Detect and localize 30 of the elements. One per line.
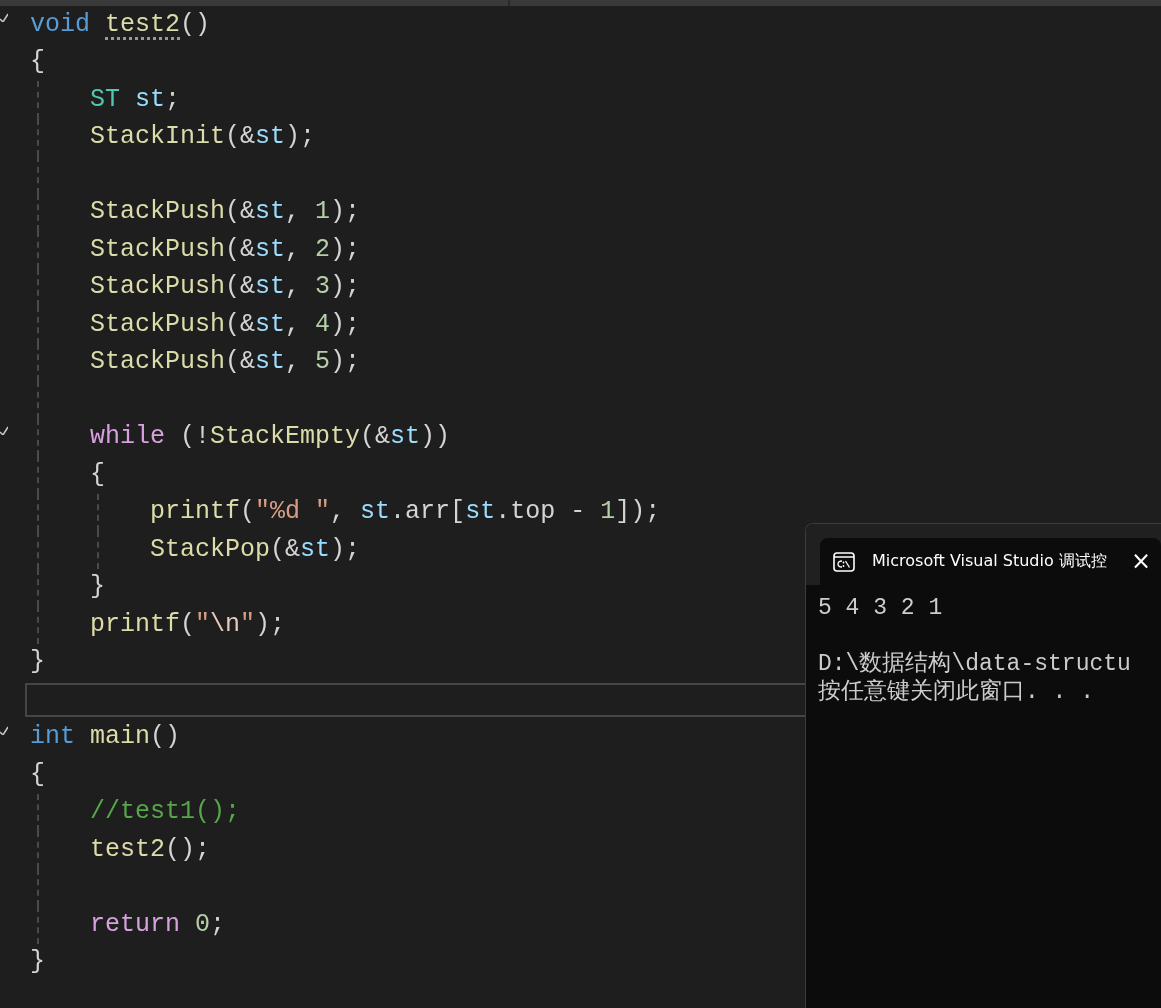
code-line: //test1(); [89, 797, 241, 828]
code-line: } [30, 647, 45, 678]
collapse-icon[interactable] [0, 724, 8, 735]
code-line: { [30, 47, 45, 78]
collapse-icon[interactable] [0, 424, 8, 435]
console-line: 5 4 3 2 1 [818, 595, 943, 621]
code-line: StackPush(&st, 4); [89, 309, 361, 340]
code-line: return 0; [89, 909, 226, 940]
code-line: while (!StackEmpty(&st)) [89, 422, 451, 453]
code-line: StackPop(&st); [149, 534, 361, 565]
code-line: StackInit(&st); [89, 122, 316, 153]
code-line: test2(); [89, 834, 211, 865]
code-line: StackPush(&st, 2); [89, 234, 361, 265]
code-line: int main() [30, 722, 181, 753]
code-line: printf("%d ", st.arr[st.top - 1]); [149, 497, 661, 528]
code-line: void test2() [30, 9, 211, 40]
code-line: printf("\n"); [89, 609, 286, 640]
close-button[interactable]: × [1124, 547, 1157, 575]
code-line: StackPush(&st, 3); [89, 272, 361, 303]
code-line: } [30, 947, 45, 978]
collapse-icon[interactable] [0, 12, 8, 22]
code-line: ST st; [89, 84, 181, 115]
code-line: StackPush(&st, 1); [89, 197, 361, 228]
code-line: { [89, 459, 105, 490]
console-line: 按任意键关闭此窗口. . . [818, 679, 1094, 705]
terminal-icon [833, 550, 855, 573]
code-line: { [30, 759, 45, 790]
code-line: } [89, 572, 105, 603]
console-line: D:\数据结构\data-structu [818, 651, 1131, 677]
code-line: StackPush(&st, 5); [89, 347, 361, 378]
